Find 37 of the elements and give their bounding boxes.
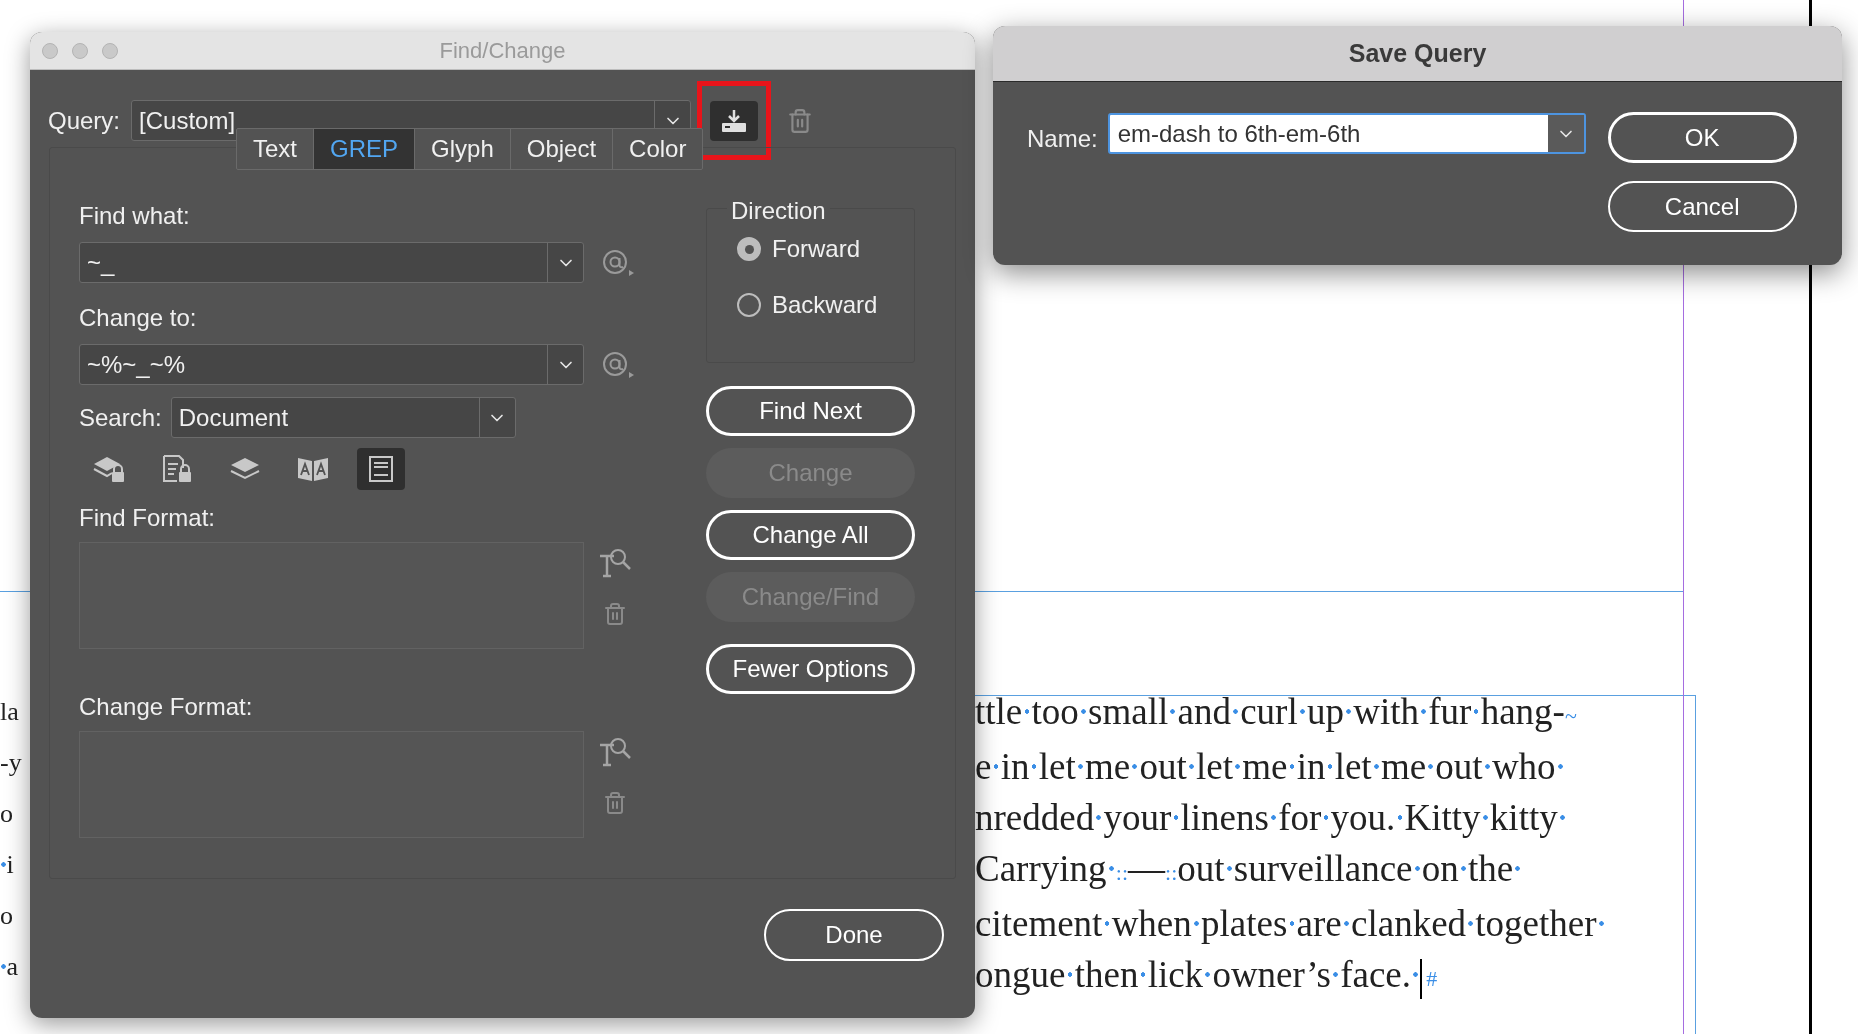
action-button[interactable]: Change All [706,510,915,560]
dialog-button[interactable]: OK [1607,112,1797,163]
find-format-label: Find Format: [79,503,217,533]
text-line: -y [0,747,23,779]
find-what-label: Find what: [79,201,191,231]
text-line: nredded your linens for you. Kitty kitty [975,792,1606,843]
done-button[interactable]: Done [764,909,944,961]
name-label: Name: [1027,124,1098,154]
text-line: Carrying ::—::out surveillance on the [975,843,1606,899]
search-dropdown[interactable]: Document [170,397,516,438]
text-line: ttle too small and curl up with fur hang-~ [975,690,1578,734]
radio-label: Backward [772,290,878,320]
text-line: e in let me out let me in let me out who [975,741,1606,792]
text-line: i [0,839,30,890]
window-title: Find/Change [439,37,566,65]
window-title: Save Query [1348,37,1487,69]
text-line: o [0,798,14,830]
text-line: la [0,696,20,728]
action-button[interactable]: Find Next [706,386,915,436]
search-label: Search: [79,402,162,433]
query-label: Query: [48,105,121,136]
text-line: a [0,941,30,992]
text-line: ongue then lick owner’s face. # [975,949,1606,1005]
action-button[interactable]: Fewer Options [706,644,915,694]
name-field[interactable]: em-dash to 6th-em-6th [1107,113,1586,154]
tab[interactable]: GREP [313,129,415,169]
dialog-button[interactable]: Cancel [1607,181,1797,232]
find-what-field[interactable]: ~_ [79,242,584,283]
change-format-label: Change Format: [79,692,254,722]
change-to-label: Change to: [79,303,198,333]
radio-label: Forward [772,234,861,264]
change-to-field[interactable]: ~%~_~% [79,344,584,385]
tab[interactable]: Object [509,129,613,169]
text-line: citement when plates are clanked together [975,898,1606,950]
tab[interactable]: Color [612,129,703,169]
tab[interactable]: Glyph [414,129,510,169]
text-line: o [0,900,14,932]
